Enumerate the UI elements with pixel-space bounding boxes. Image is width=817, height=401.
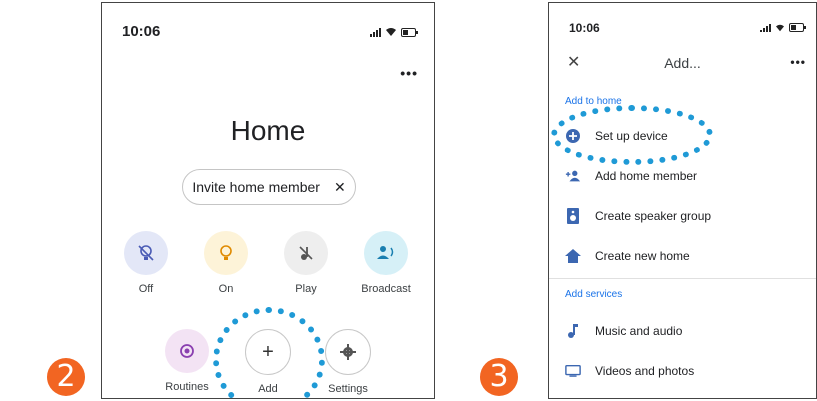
gear-icon	[340, 344, 356, 360]
settings-button[interactable]: Settings	[318, 329, 378, 395]
section-add-services: Add services	[565, 289, 623, 300]
lightbulb-off-icon	[138, 245, 154, 261]
highlight-ring	[213, 307, 325, 398]
status-time: 10:06	[122, 23, 161, 40]
invite-label: Invite home member	[192, 179, 320, 195]
signal-icon	[370, 27, 381, 37]
lightbulb-icon	[220, 245, 232, 260]
battery-icon	[789, 23, 806, 32]
create-new-home-item[interactable]: Create new home	[565, 248, 690, 264]
home-screen: 10:06 ••• Home Invite home member ✕ Off …	[101, 2, 435, 399]
music-and-audio-label: Music and audio	[595, 324, 683, 338]
invite-home-member-chip[interactable]: Invite home member ✕	[182, 169, 356, 205]
wifi-icon	[776, 24, 784, 31]
create-new-home-label: Create new home	[595, 249, 690, 263]
more-options-icon[interactable]: •••	[400, 65, 418, 81]
play-label: Play	[295, 283, 317, 295]
play-button[interactable]: Play	[276, 231, 336, 295]
music-and-audio-item[interactable]: Music and audio	[565, 323, 682, 339]
tv-icon	[565, 363, 581, 379]
on-button[interactable]: On	[196, 231, 256, 295]
add-screen: 10:06 ✕ Add... ••• Add to home Set up de…	[548, 2, 817, 399]
step-2-badge: 2	[47, 358, 85, 396]
section-divider	[549, 278, 816, 279]
broadcast-button[interactable]: Broadcast	[356, 231, 416, 295]
step-3-badge: 3	[480, 358, 518, 396]
on-label: On	[218, 283, 234, 295]
videos-and-photos-label: Videos and photos	[595, 364, 695, 378]
home-icon	[565, 248, 581, 264]
more-options-icon[interactable]: •••	[790, 55, 806, 69]
highlight-ring	[551, 105, 713, 165]
off-button[interactable]: Off	[116, 231, 176, 295]
status-icons	[370, 27, 418, 37]
routines-button[interactable]: Routines	[157, 329, 217, 393]
speaker-icon	[565, 208, 581, 224]
settings-label: Settings	[328, 383, 368, 395]
routines-label: Routines	[165, 381, 209, 393]
page-title: Home	[230, 115, 306, 146]
create-speaker-group-item[interactable]: Create speaker group	[565, 208, 711, 224]
status-time: 10:06	[569, 21, 600, 35]
status-icons	[760, 23, 806, 32]
routines-icon	[180, 344, 194, 358]
create-speaker-group-label: Create speaker group	[595, 209, 712, 223]
music-note-icon	[565, 323, 581, 339]
off-label: Off	[138, 283, 154, 295]
add-home-member-label: Add home member	[595, 169, 698, 183]
signal-icon	[760, 23, 771, 32]
close-icon[interactable]: ✕	[334, 179, 346, 196]
music-off-icon	[299, 246, 313, 260]
battery-icon	[401, 27, 418, 37]
videos-and-photos-item[interactable]: Videos and photos	[565, 363, 694, 379]
person-add-icon	[565, 168, 581, 184]
broadcast-label: Broadcast	[361, 283, 411, 295]
broadcast-icon	[377, 246, 394, 259]
wifi-icon	[386, 28, 396, 36]
page-title: Add...	[664, 55, 701, 71]
add-home-member-item[interactable]: Add home member	[565, 168, 697, 184]
